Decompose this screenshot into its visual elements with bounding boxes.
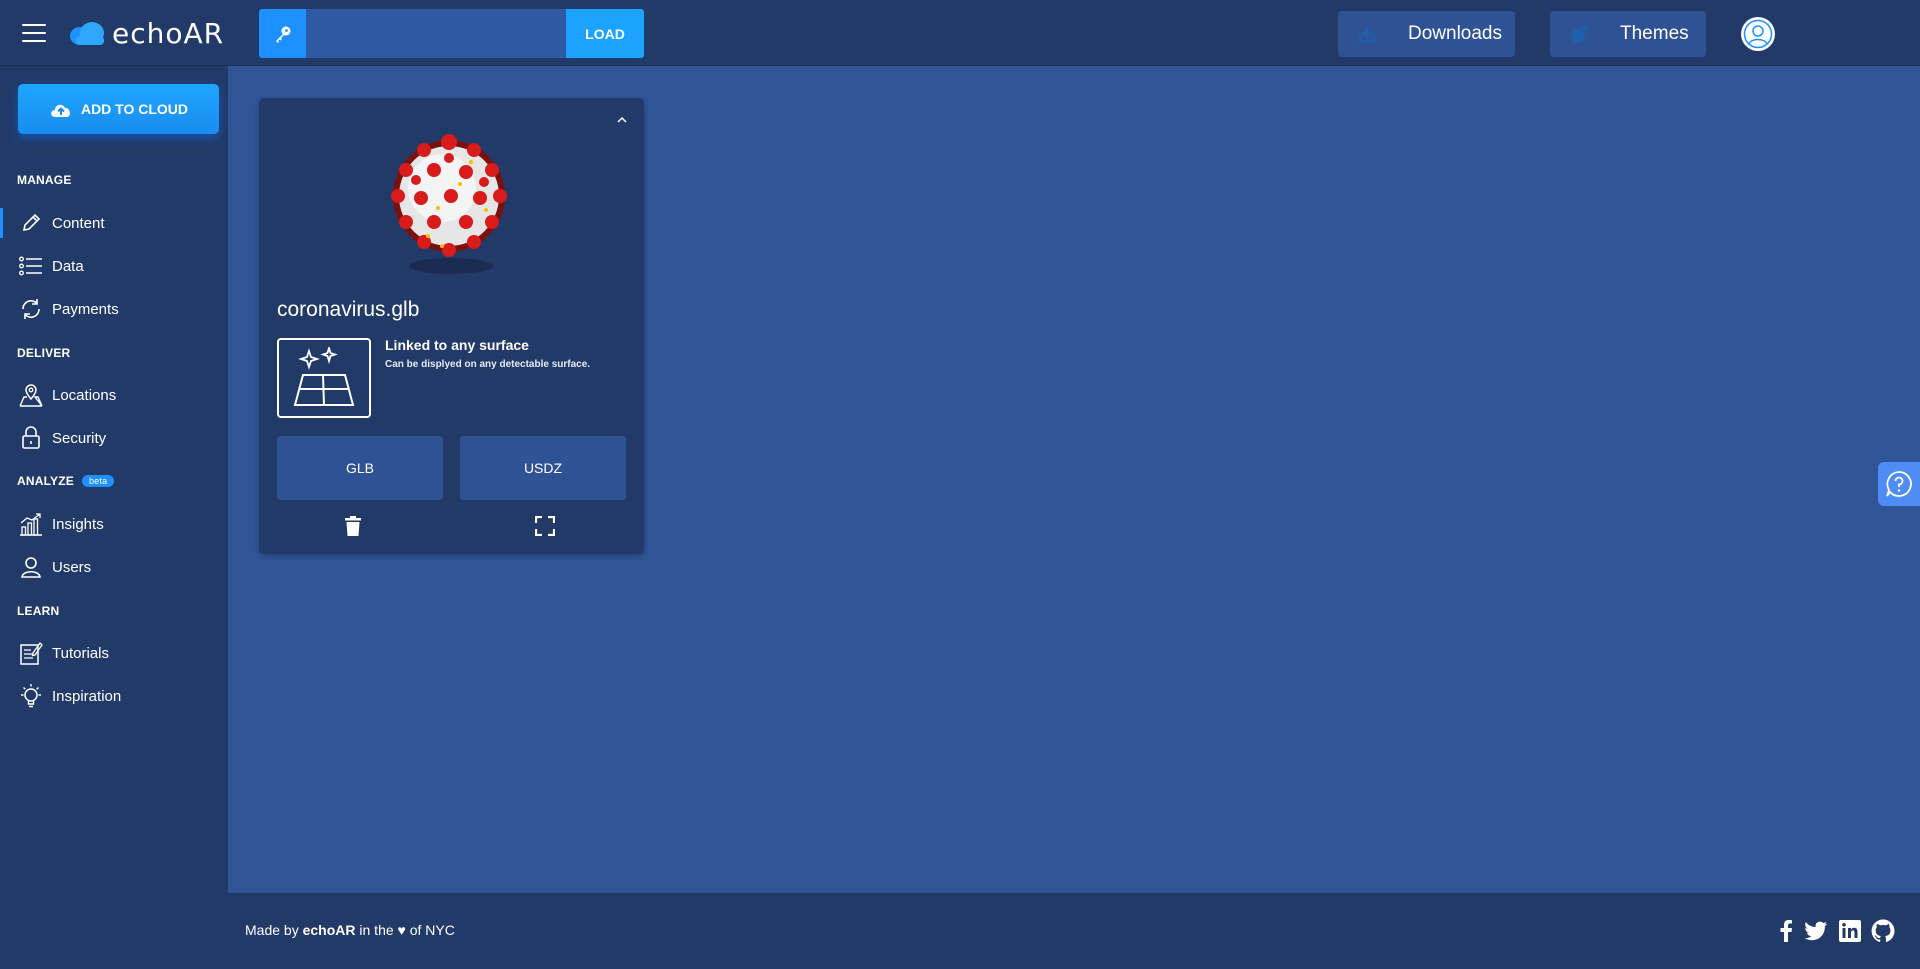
- section-learn: LEARN: [17, 604, 60, 618]
- sidebar-item-label: Content: [52, 214, 105, 232]
- file-name: coronavirus.glb: [277, 298, 420, 321]
- sidebar-item-content[interactable]: Content: [0, 204, 228, 242]
- sidebar-item-label: Security: [52, 429, 107, 447]
- sidebar-item-users[interactable]: Users: [0, 548, 228, 586]
- sidebar-item-insights[interactable]: Insights: [0, 505, 228, 543]
- logo-text: echoAR: [112, 16, 225, 50]
- footer-prefix: Made by: [245, 922, 299, 938]
- pencil-icon: [18, 210, 44, 236]
- sidebar-item-label: Data: [52, 257, 84, 275]
- section-analyze-label: ANALYZE: [17, 474, 74, 488]
- surface-description: Can be displyed on any detectable surfac…: [385, 359, 591, 370]
- section-deliver: DELIVER: [17, 346, 71, 360]
- add-to-cloud-label: ADD TO CLOUD: [80, 101, 189, 117]
- notes-icon: [18, 640, 44, 666]
- themes-button[interactable]: Themes: [1550, 11, 1706, 57]
- menu-icon[interactable]: [22, 24, 46, 44]
- cloud-upload-icon: [51, 104, 70, 117]
- sidebar-item-label: Inspiration: [52, 687, 122, 705]
- usdz-button[interactable]: USDZ: [460, 436, 626, 500]
- add-to-cloud-button[interactable]: ADD TO CLOUD: [18, 84, 219, 134]
- lightbulb-icon: [18, 683, 44, 709]
- user-icon: [18, 554, 44, 580]
- api-key-input[interactable]: [306, 9, 566, 58]
- api-key-bar: LOAD: [259, 9, 644, 58]
- sidebar-item-label: Users: [52, 558, 92, 576]
- user-avatar-icon[interactable]: [1741, 17, 1775, 51]
- sidebar-item-inspiration[interactable]: Inspiration: [0, 677, 228, 715]
- cloud-logo-icon: [70, 22, 104, 45]
- content-card: coronavirus.glb Linked to any surface Ca…: [259, 98, 644, 554]
- sidebar-item-payments[interactable]: Payments: [0, 290, 228, 328]
- model-preview-image: [391, 134, 507, 274]
- download-icon: [1358, 26, 1376, 43]
- downloads-button[interactable]: Downloads: [1338, 11, 1515, 57]
- list-icon: [18, 253, 44, 279]
- refresh-icon: [18, 296, 44, 322]
- section-manage: MANAGE: [17, 173, 72, 187]
- footer: Made by echoAR in the ♥ of NYC: [0, 893, 1920, 969]
- key-icon: [259, 9, 306, 58]
- sidebar-item-tutorials[interactable]: Tutorials: [0, 634, 228, 672]
- github-icon[interactable]: [1871, 919, 1895, 943]
- sidebar-item-locations[interactable]: Locations: [0, 376, 228, 414]
- trash-icon[interactable]: [344, 516, 362, 536]
- sidebar-item-label: Payments: [52, 300, 119, 318]
- map-pin-icon: [18, 382, 44, 408]
- bar-chart-icon: [18, 511, 44, 537]
- footer-brand-link[interactable]: echoAR: [303, 922, 356, 938]
- footer-credits: Made by echoAR in the ♥ of NYC: [245, 922, 455, 938]
- section-analyze: ANALYZE beta: [17, 474, 115, 488]
- themes-label: Themes: [1620, 23, 1689, 44]
- sidebar-item-security[interactable]: Security: [0, 419, 228, 457]
- help-icon[interactable]: [1878, 462, 1920, 506]
- footer-suffix: of NYC: [409, 922, 455, 938]
- sidebar-item-label: Locations: [52, 386, 117, 404]
- surface-title: Linked to any surface: [385, 337, 529, 353]
- facebook-icon[interactable]: [1774, 919, 1798, 943]
- surface-icon: [277, 338, 371, 418]
- lock-icon: [18, 425, 44, 451]
- palette-icon: [1571, 25, 1588, 43]
- sidebar-item-data[interactable]: Data: [0, 247, 228, 285]
- glb-button[interactable]: GLB: [277, 436, 443, 500]
- footer-middle: in the: [359, 922, 394, 938]
- sidebar-item-label: Tutorials: [52, 644, 109, 662]
- top-bar: echoAR LOAD Downloads Themes: [0, 0, 1920, 66]
- linkedin-icon[interactable]: [1838, 919, 1862, 943]
- chevron-up-icon[interactable]: [614, 112, 630, 128]
- downloads-label: Downloads: [1408, 23, 1502, 44]
- fullscreen-icon[interactable]: [535, 516, 555, 536]
- sidebar: ADD TO CLOUD MANAGE Content Data Payment…: [0, 66, 228, 893]
- heart-icon: ♥: [397, 922, 406, 938]
- load-button[interactable]: LOAD: [566, 9, 644, 58]
- beta-badge: beta: [81, 475, 115, 487]
- twitter-icon[interactable]: [1804, 919, 1828, 943]
- sidebar-item-label: Insights: [52, 515, 104, 533]
- logo[interactable]: echoAR: [68, 16, 224, 50]
